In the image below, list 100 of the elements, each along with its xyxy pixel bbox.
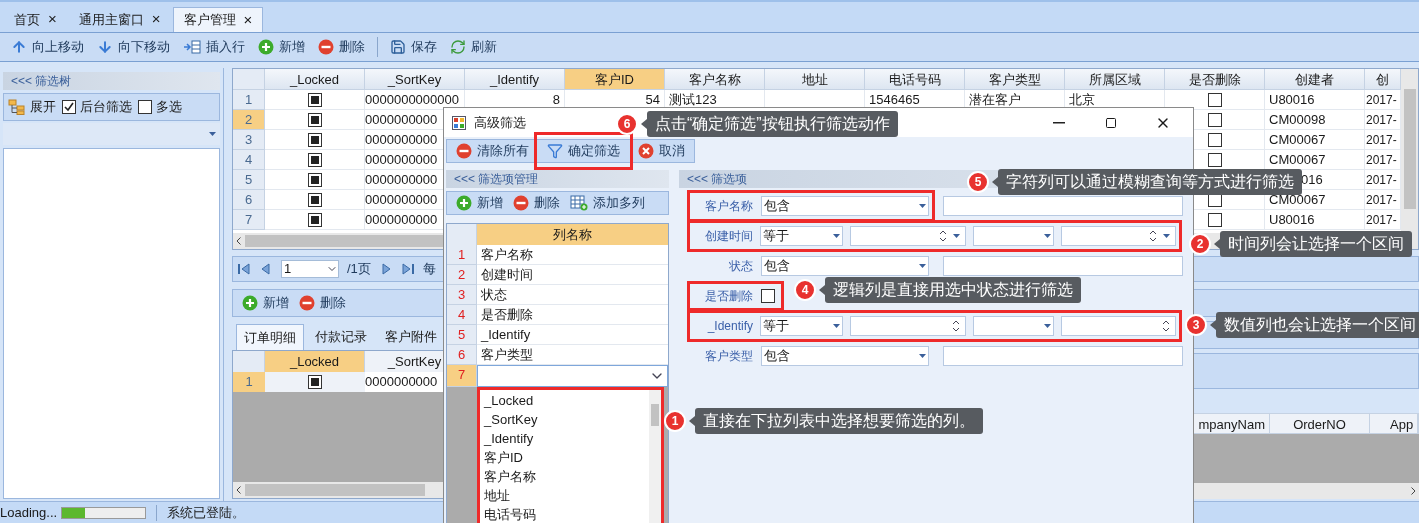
tab[interactable]: 首页 ×: [4, 7, 67, 32]
toolbar-button[interactable]: 保存: [385, 36, 442, 58]
horizontal-scrollbar[interactable]: [1193, 483, 1419, 499]
vertical-scrollbar[interactable]: [649, 390, 661, 523]
scroll-left-icon[interactable]: [236, 486, 241, 494]
toolbar-button[interactable]: 向下移动: [92, 36, 175, 58]
tab[interactable]: 客户附件: [378, 324, 444, 350]
dropdown-item[interactable]: 客户名称: [484, 467, 645, 486]
checkbox[interactable]: [1207, 212, 1222, 227]
column-header[interactable]: 客户名称: [665, 69, 765, 90]
checkbox[interactable]: [307, 172, 322, 187]
checkbox[interactable]: [1207, 112, 1222, 127]
page-select[interactable]: 1: [281, 260, 339, 278]
operator-select[interactable]: 等于: [760, 226, 843, 246]
input-field[interactable]: [943, 196, 1183, 216]
dropdown-item[interactable]: 客户ID: [484, 448, 645, 467]
dropdown-item[interactable]: 电话号码: [484, 505, 645, 523]
column-header[interactable]: App: [1370, 414, 1418, 433]
column-header[interactable]: 所属区域: [1065, 69, 1165, 90]
column-header[interactable]: _Locked: [265, 351, 365, 372]
operator-select[interactable]: 等于: [760, 316, 843, 336]
toolbar-button[interactable]: 清除所有: [451, 140, 534, 162]
row-header[interactable]: 4: [233, 150, 265, 170]
toolbar-button[interactable]: 插入行: [178, 36, 250, 58]
tab[interactable]: 客户管理 ×: [172, 7, 264, 32]
checkbox[interactable]: [138, 100, 152, 114]
column-header[interactable]: OrderNO: [1270, 414, 1370, 433]
column-header[interactable]: _SortKey: [365, 69, 465, 90]
spin-field[interactable]: [850, 226, 966, 246]
scroll-right-icon[interactable]: [1411, 487, 1416, 495]
close-tab-button[interactable]: ×: [151, 8, 161, 31]
dropdown-item[interactable]: 地址: [484, 486, 645, 505]
checkbox[interactable]: [307, 92, 322, 107]
row-header[interactable]: 3: [447, 285, 477, 305]
toolbar-button[interactable]: 取消: [633, 140, 690, 162]
column-header[interactable]: _Identify: [465, 69, 565, 90]
operator-select[interactable]: 包含: [761, 256, 929, 276]
dropdown-item[interactable]: _Identify: [484, 429, 645, 448]
row-header[interactable]: 4: [447, 305, 477, 325]
tab[interactable]: 订单明细: [236, 324, 304, 350]
column-header[interactable]: 地址: [765, 69, 865, 90]
previous-page-icon[interactable]: [259, 262, 273, 276]
checkbox[interactable]: [1207, 152, 1222, 167]
checkbox[interactable]: [307, 212, 322, 227]
spin-field[interactable]: [1061, 226, 1176, 246]
row-header[interactable]: 6: [233, 190, 265, 210]
row-header[interactable]: 3: [233, 130, 265, 150]
row-header[interactable]: 5: [447, 325, 477, 345]
tab[interactable]: 付款记录: [308, 324, 374, 350]
row-header[interactable]: 1: [447, 245, 477, 265]
input-field[interactable]: [943, 346, 1183, 366]
row-header[interactable]: 7: [233, 210, 265, 230]
spin-field[interactable]: [850, 316, 966, 336]
checkbox[interactable]: [307, 132, 322, 147]
close-tab-button[interactable]: ×: [48, 8, 57, 31]
toolbar-button[interactable]: 新增: [451, 192, 508, 214]
close-tab-button[interactable]: ×: [243, 8, 253, 32]
column-header[interactable]: 客户ID: [565, 69, 665, 90]
column-header[interactable]: 是否删除: [1165, 69, 1265, 90]
column-header[interactable]: _Locked: [265, 69, 365, 90]
toolbar-button[interactable]: 刷新: [445, 36, 502, 58]
toolbar-button[interactable]: 删除: [508, 192, 565, 214]
input-field[interactable]: [943, 256, 1183, 276]
checkbox[interactable]: [307, 192, 322, 207]
tab[interactable]: 通用主窗口 ×: [68, 7, 171, 32]
row-header[interactable]: 2: [233, 110, 265, 130]
toolbar-button[interactable]: 确定筛选: [542, 140, 625, 162]
toolbar-button[interactable]: 删除: [313, 36, 370, 58]
checkbox[interactable]: [761, 289, 775, 303]
checkbox[interactable]: [308, 375, 322, 389]
row-header[interactable]: 6: [447, 345, 477, 365]
checkbox[interactable]: [307, 152, 322, 167]
column-header[interactable]: 创: [1365, 69, 1401, 90]
checkbox[interactable]: [1207, 132, 1222, 147]
column-header[interactable]: 创建者: [1265, 69, 1365, 90]
toolbar-button[interactable]: 删除: [294, 292, 351, 314]
operator-select[interactable]: 包含: [761, 346, 929, 366]
spin-field[interactable]: [1061, 316, 1176, 336]
row-header[interactable]: 5: [233, 170, 265, 190]
toolbar-button[interactable]: 新增: [253, 36, 310, 58]
checkbox[interactable]: [62, 100, 76, 114]
checkbox[interactable]: [307, 112, 322, 127]
dropdown-item[interactable]: _Locked: [484, 391, 645, 410]
toolbar-button[interactable]: 添加多列: [565, 192, 650, 214]
operator-select[interactable]: 包含: [761, 196, 929, 216]
row-header[interactable]: 1: [233, 372, 265, 392]
expand-button[interactable]: 展开: [8, 97, 56, 117]
last-page-icon[interactable]: [400, 262, 415, 276]
toolbar-button[interactable]: 向上移动: [6, 36, 89, 58]
column-header[interactable]: 列名称: [477, 224, 668, 245]
scroll-left-icon[interactable]: [236, 237, 241, 245]
column-header[interactable]: 客户类型: [965, 69, 1065, 90]
checkbox[interactable]: [1207, 92, 1222, 107]
dropdown-item[interactable]: _SortKey: [484, 410, 645, 429]
column-header[interactable]: 电话号码: [865, 69, 965, 90]
vertical-scrollbar[interactable]: [1401, 69, 1418, 249]
row-header[interactable]: 2: [447, 265, 477, 285]
first-page-icon[interactable]: [237, 262, 251, 276]
row-header[interactable]: 1: [233, 90, 265, 110]
toolbar-button[interactable]: 新增: [237, 292, 294, 314]
